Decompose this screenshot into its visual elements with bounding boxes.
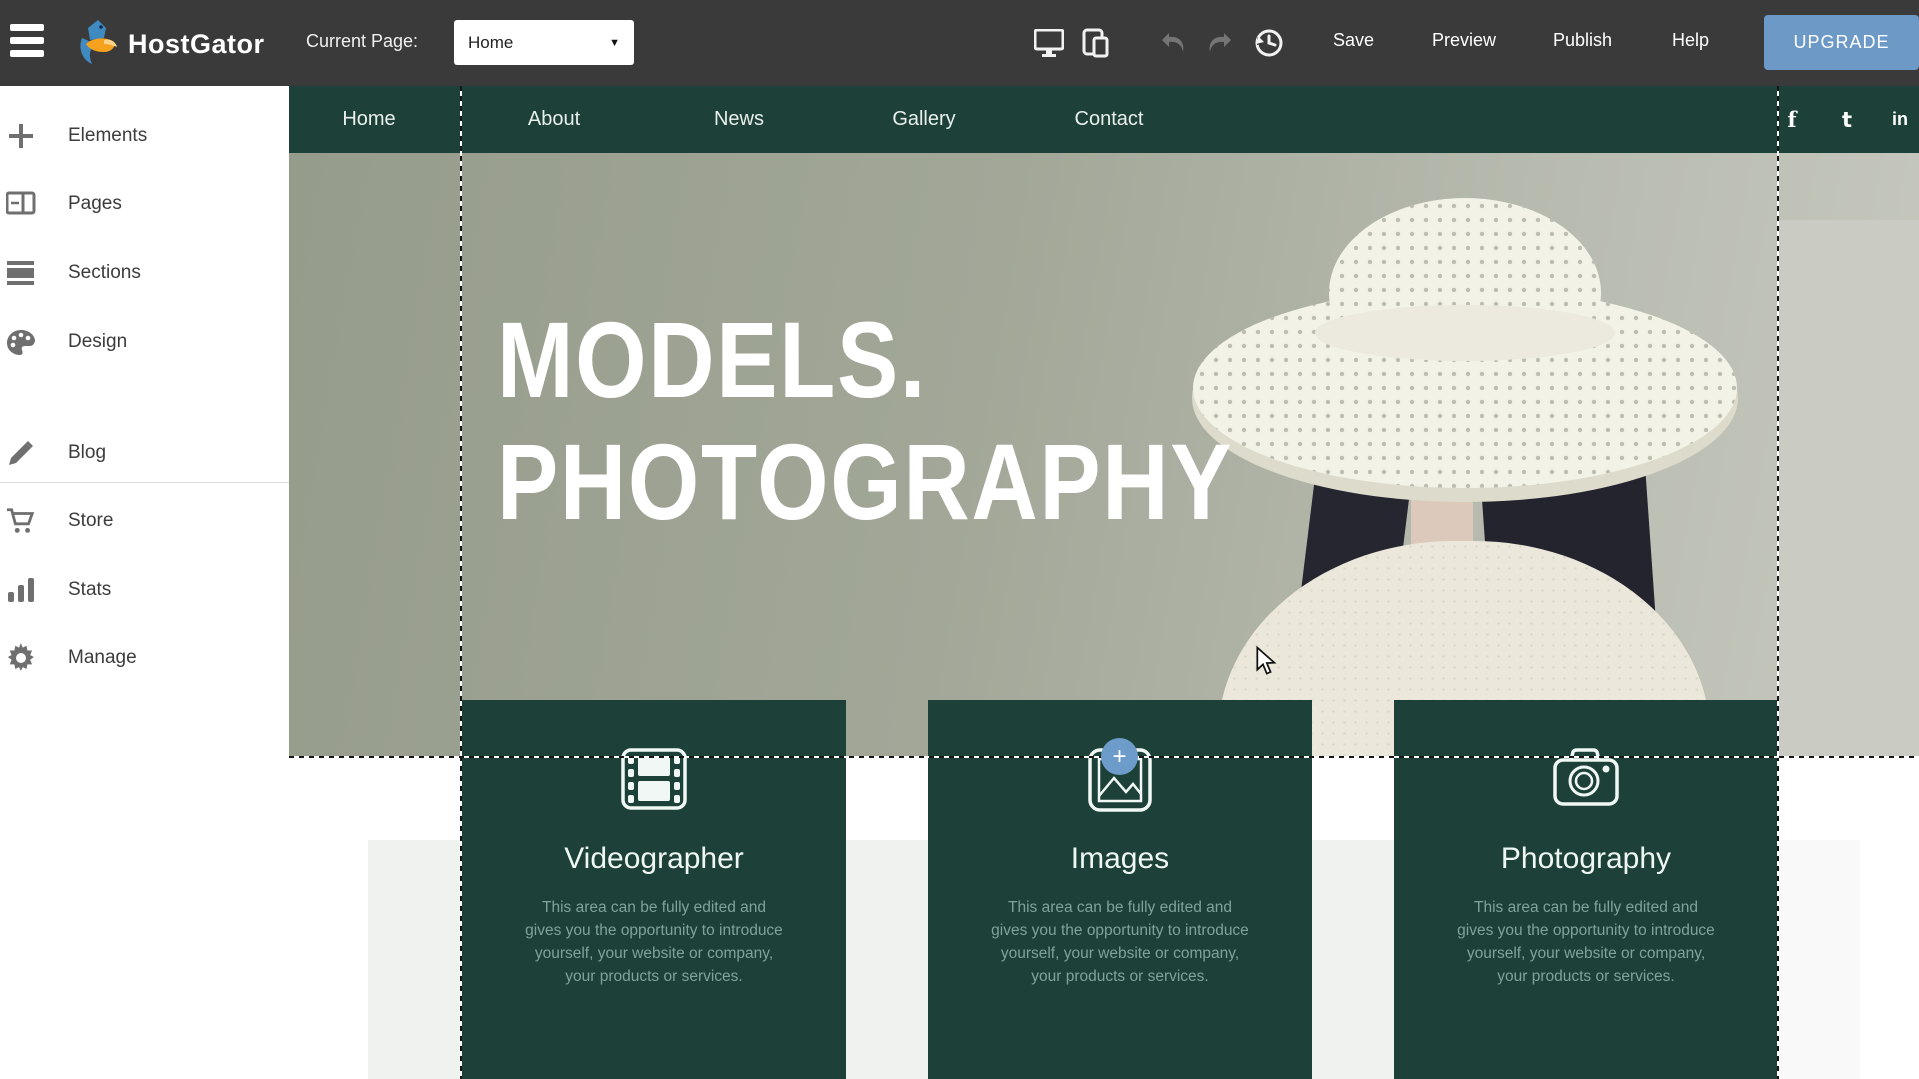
- card-title: Images: [928, 842, 1312, 876]
- card-body: This area can be fully edited and gives …: [988, 896, 1252, 988]
- card-body: This area can be fully edited and gives …: [1454, 896, 1718, 988]
- canvas-outside-page-overlay: [1777, 757, 1919, 1079]
- plus-icon: [6, 121, 36, 151]
- canvas-outside-page-overlay: [1777, 220, 1919, 757]
- sidebar-item-manage[interactable]: Manage: [0, 634, 289, 682]
- sidebar-divider: [0, 482, 289, 483]
- sidebar-item-label: Stats: [68, 579, 111, 601]
- site-nav-home[interactable]: Home: [294, 86, 444, 153]
- editor-canvas: Home About News Gallery Contact f t in: [289, 86, 1919, 1079]
- history-icon[interactable]: [1252, 26, 1286, 60]
- page-dropdown[interactable]: Home ▼: [454, 20, 634, 65]
- sidebar-item-label: Sections: [68, 262, 141, 284]
- sidebar-item-label: Manage: [68, 647, 137, 669]
- publish-button[interactable]: Publish: [1553, 30, 1612, 51]
- content-guide-left: [460, 86, 462, 1079]
- content-guide-right: [1777, 86, 1779, 1079]
- sidebar-item-stats[interactable]: Stats: [0, 566, 289, 614]
- pencil-icon: [6, 438, 36, 468]
- site-nav-news[interactable]: News: [664, 86, 814, 153]
- hostgator-logo: HostGator: [76, 18, 265, 71]
- chevron-down-icon: ▼: [609, 37, 620, 49]
- gear-icon: [6, 643, 36, 673]
- brand-name: HostGator: [128, 29, 265, 60]
- add-image-badge[interactable]: +: [1101, 738, 1138, 775]
- topbar: HostGator Current Page: Home ▼ Save Prev…: [0, 0, 1919, 86]
- current-page-label: Current Page:: [306, 31, 418, 52]
- cart-icon: [6, 506, 36, 536]
- sidebar-item-pages[interactable]: Pages: [0, 180, 289, 228]
- app-window: HostGator Current Page: Home ▼ Save Prev…: [0, 0, 1919, 1079]
- hero-title-line1: MODELS.: [497, 299, 1233, 421]
- save-button[interactable]: Save: [1333, 30, 1374, 51]
- sidebar-item-label: Pages: [68, 193, 122, 215]
- sidebar-item-label: Store: [68, 510, 113, 532]
- desktop-icon[interactable]: [1032, 26, 1066, 60]
- redo-icon[interactable]: [1202, 26, 1236, 60]
- card-body: This area can be fully edited and gives …: [522, 896, 786, 988]
- help-button[interactable]: Help: [1672, 30, 1709, 51]
- sections-icon: [6, 258, 36, 288]
- sidebar: Elements Pages Sections Design Blog: [0, 86, 289, 1079]
- menu-icon[interactable]: [10, 24, 44, 62]
- film-icon: [621, 748, 687, 815]
- hero-section[interactable]: MODELS. PHOTOGRAPHY: [289, 153, 1919, 757]
- mouse-cursor: [1253, 646, 1279, 681]
- twitter-icon[interactable]: t: [1827, 86, 1867, 153]
- sun-hat: [1169, 173, 1789, 503]
- sidebar-item-design[interactable]: Design: [0, 318, 289, 366]
- mobile-icon[interactable]: [1078, 26, 1112, 60]
- linkedin-icon[interactable]: in: [1880, 86, 1919, 153]
- preview-button[interactable]: Preview: [1432, 30, 1496, 51]
- site-nav-contact[interactable]: Contact: [1034, 86, 1184, 153]
- sidebar-item-label: Design: [68, 331, 127, 353]
- sidebar-item-blog[interactable]: Blog: [0, 429, 289, 477]
- site-navbar: Home About News Gallery Contact f t in: [289, 86, 1919, 153]
- hero-title-line2: PHOTOGRAPHY: [497, 421, 1233, 543]
- hero-title[interactable]: MODELS. PHOTOGRAPHY: [497, 299, 1233, 543]
- sidebar-item-sections[interactable]: Sections: [0, 249, 289, 297]
- upgrade-button[interactable]: UPGRADE: [1764, 15, 1919, 70]
- undo-icon[interactable]: [1157, 26, 1191, 60]
- sidebar-item-label: Elements: [68, 125, 147, 147]
- card-title: Photography: [1394, 842, 1778, 876]
- sidebar-item-label: Blog: [68, 442, 106, 464]
- bar-chart-icon: [6, 575, 36, 605]
- sidebar-item-store[interactable]: Store: [0, 497, 289, 545]
- sidebar-item-elements[interactable]: Elements: [0, 112, 289, 160]
- site-nav-about[interactable]: About: [479, 86, 629, 153]
- site-nav-gallery[interactable]: Gallery: [849, 86, 999, 153]
- palette-icon: [6, 327, 36, 357]
- pages-icon: [6, 189, 36, 219]
- page-dropdown-value: Home: [468, 33, 513, 53]
- card-title: Videographer: [462, 842, 846, 876]
- gator-mascot-icon: [76, 18, 120, 71]
